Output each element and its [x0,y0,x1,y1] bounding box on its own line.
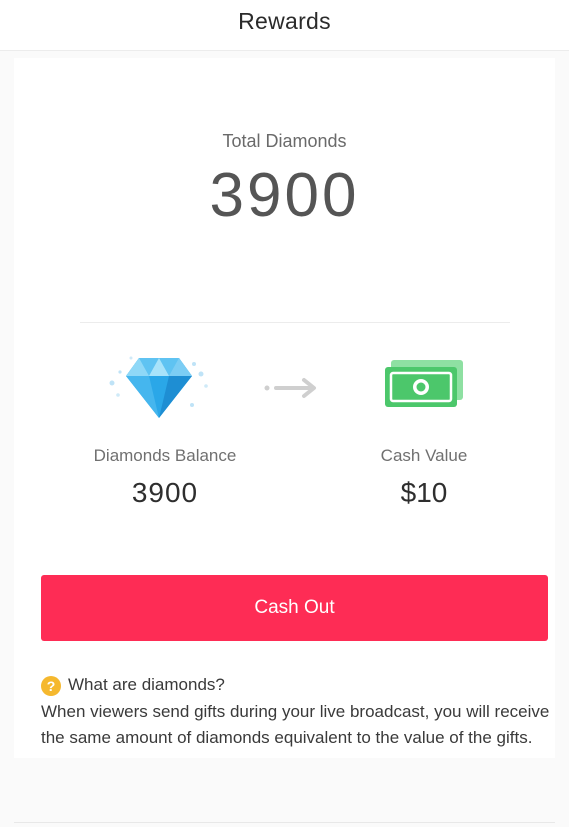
help-icon: ? [41,676,61,696]
rewards-page: Rewards Total Diamonds 3900 Diamonds Bal… [0,0,569,827]
diamonds-balance-label: Diamonds Balance [93,446,237,465]
header: Rewards [0,0,569,51]
cash-value-amount: $10 [400,477,448,508]
diamonds-balance-value: 3900 [131,477,199,508]
total-diamonds-value: 3900 [209,161,360,230]
cash-value-label: Cash Value [380,446,468,465]
cash-out-button[interactable]: Cash Out [41,575,548,641]
divider [80,322,510,323]
page-title: Rewards [238,8,331,34]
bottom-divider [14,822,555,823]
cash-icon [385,360,463,407]
arrow-right-icon [264,378,316,398]
faq-answer: When viewers send gifts during your live… [41,702,550,747]
total-diamonds-label: Total Diamonds [222,131,347,151]
faq-question: What are diamonds? [68,675,225,694]
diamond-icon [109,356,208,418]
